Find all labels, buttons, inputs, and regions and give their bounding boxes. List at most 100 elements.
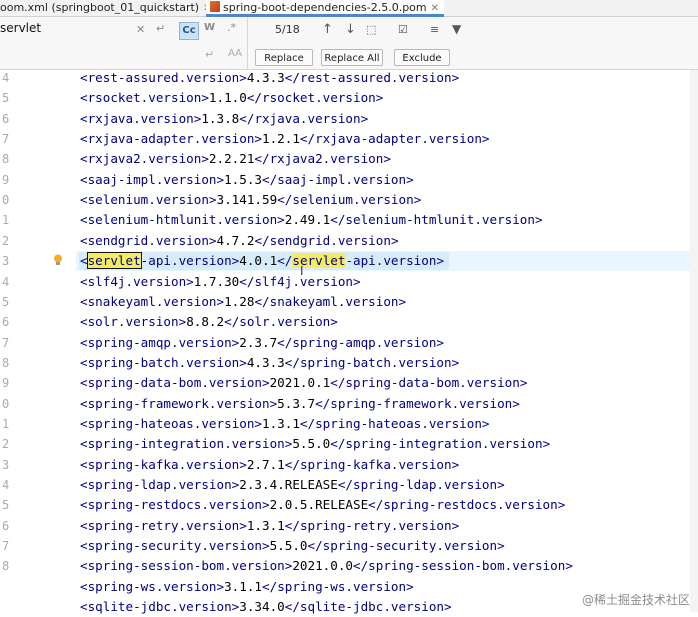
code-line: <spring-framework.version>5.3.7</spring-…	[80, 394, 520, 414]
opening-tag: <spring-kafka.version>	[80, 456, 247, 472]
clear-search-icon[interactable]: ✕	[136, 23, 145, 36]
opening-tag: <spring-framework.version>	[80, 395, 278, 411]
opening-tag: <spring-integration.version>	[80, 436, 293, 452]
text-cursor: I	[300, 264, 304, 278]
closing-tag: </spring-batch.version>	[284, 354, 460, 370]
version-value: 4.3.3	[246, 354, 285, 370]
tab-spring-boot-dependencies[interactable]: spring-boot-dependencies-2.5.0.pom ✕	[206, 0, 444, 17]
open-in-window-icon[interactable]: ≡	[430, 23, 439, 36]
code-line: <rest-assured.version>4.3.3</rest-assure…	[80, 68, 459, 88]
code-line: <spring-session-bom.version>2021.0.0</sp…	[80, 556, 573, 576]
closing-tag: </spring-ws.version>	[262, 578, 414, 594]
code-line: <rsocket.version>1.1.0</rsocket.version>	[80, 88, 383, 108]
closing-tag: </spring-restdocs.version>	[368, 497, 566, 513]
code-line: <slf4j.version>1.7.30</slf4j.version>	[80, 272, 361, 292]
new-line-icon[interactable]: ↵	[156, 22, 165, 35]
version-value: 2.3.7	[239, 334, 278, 350]
closing-tag: </rxjava2.version>	[254, 151, 391, 167]
code-line: <sqlite-jdbc.version>3.34.0</sqlite-jdbc…	[80, 597, 452, 617]
code-editor[interactable]: <rest-assured.version>4.3.3</rest-assure…	[0, 68, 698, 614]
replace-all-button[interactable]: Replace All	[321, 49, 383, 66]
version-value: 5.5.0	[292, 436, 331, 452]
scrollbar[interactable]	[690, 70, 698, 612]
closing-tag: </spring-framework.version>	[315, 395, 520, 411]
version-value: 4.0.1	[239, 253, 278, 269]
search-match: servlet	[86, 252, 142, 270]
closing-tag: </spring-data-bom.version>	[330, 375, 528, 391]
editor-tab-bar: oom.xml (springboot_01_quickstart)✕ spri…	[0, 0, 698, 17]
exclude-button[interactable]: Exclude	[394, 49, 450, 66]
version-value: 1.2.1	[262, 131, 300, 147]
next-occurrence-icon[interactable]: ↓	[345, 22, 356, 37]
code-line: <spring-ldap.version>2.3.4.RELEASE</spri…	[80, 475, 505, 495]
code-line: <spring-integration.version>5.5.0</sprin…	[80, 434, 550, 454]
version-value: 2021.0.1	[269, 375, 331, 391]
code-line: <sendgrid.version>4.7.2</sendgrid.versio…	[80, 231, 399, 251]
opening-tag: <rxjava.version>	[80, 110, 202, 126]
code-line: <spring-batch.version>4.3.3</spring-batc…	[80, 353, 459, 373]
version-value: 1.1.0	[208, 90, 247, 106]
code-line: <snakeyaml.version>1.28</snakeyaml.versi…	[80, 292, 406, 312]
code-line: <spring-restdocs.version>2.0.5.RELEASE</…	[80, 495, 565, 515]
whole-words-toggle[interactable]: W	[204, 22, 215, 33]
closing-tag: </spring-retry.version>	[284, 517, 460, 533]
version-value: 4.3.3	[246, 70, 285, 85]
search-input[interactable]: servlet	[0, 21, 41, 35]
closing-tag: </rest-assured.version>	[284, 70, 460, 85]
opening-tag: <spring-ldap.version>	[80, 477, 240, 492]
find-replace-panel: servlet ✕ ↵ Cc W .* ↵ AA 5/18 ↑ ↓ ⬚ ☑ ≡ …	[0, 17, 698, 70]
opening-tag: <spring-batch.version>	[80, 354, 247, 370]
replace-button[interactable]: Replace	[255, 49, 313, 66]
replace-new-line-icon[interactable]: ↵	[205, 48, 214, 61]
code-line: <spring-data-bom.version>2021.0.1</sprin…	[80, 373, 527, 393]
opening-tag: <sendgrid.version>	[80, 232, 217, 248]
preserve-case-icon[interactable]: AA	[228, 48, 242, 59]
code-line: <spring-hateoas.version>1.3.1</spring-ha…	[80, 414, 490, 434]
closing-tag: </spring-hateoas.version>	[299, 415, 490, 431]
closing-tag: </spring-kafka.version>	[284, 456, 460, 472]
version-value: 3.1.1	[224, 578, 263, 594]
select-all-occurrences-icon[interactable]: ⬚	[366, 23, 376, 36]
maven-file-icon	[210, 1, 220, 12]
code-line: <saaj-impl.version>1.5.3</saaj-impl.vers…	[80, 170, 414, 190]
match-counter: 5/18	[275, 23, 300, 36]
filter-occurrences-icon[interactable]: ☑	[398, 23, 408, 36]
closing-tag: </saaj-impl.version>	[262, 171, 414, 187]
divider	[247, 17, 248, 69]
version-value: 4.7.2	[216, 232, 255, 248]
previous-occurrence-icon[interactable]: ↑	[322, 22, 333, 37]
code-line: <spring-security.version>5.5.0</spring-s…	[80, 536, 505, 556]
version-value: 2.2.21	[208, 151, 255, 167]
match-case-toggle[interactable]: Cc	[179, 22, 199, 40]
code-line: <servlet-api.version>4.0.1</servlet-api.…	[80, 251, 444, 271]
opening-tag: <rest-assured.version>	[80, 70, 247, 85]
code-line: <rxjava.version>1.3.8</rxjava.version>	[80, 109, 368, 129]
watermark: @稀土掘金技术社区	[581, 593, 690, 607]
regex-toggle[interactable]: .*	[227, 21, 236, 34]
version-value: 3.141.59	[216, 192, 278, 208]
opening-tag: <snakeyaml.version>	[80, 293, 225, 309]
filter-icon[interactable]: ▼	[452, 22, 461, 36]
closing-tag: </rxjava-adapter.version>	[299, 131, 490, 147]
opening-tag: <rxjava-adapter.version>	[80, 131, 262, 147]
opening-tag: <selenium.version>	[80, 192, 217, 208]
code-line: <spring-retry.version>1.3.1</spring-retr…	[80, 516, 459, 536]
closing-tag: </selenium-htmlunit.version>	[330, 212, 543, 228]
version-value: 2021.0.0	[292, 558, 353, 574]
closing-tag: </spring-amqp.version>	[277, 334, 444, 350]
version-value: 2.49.1	[284, 212, 331, 228]
tab-label: spring-boot-dependencies-2.5.0.pom	[223, 1, 427, 14]
opening-tag: <spring-hateoas.version>	[80, 415, 262, 431]
tab-pom-xml[interactable]: oom.xml (springboot_01_quickstart)✕	[0, 0, 211, 16]
version-value: 2.0.5.RELEASE	[269, 497, 369, 513]
code-line: <rxjava2.version>2.2.21</rxjava2.version…	[80, 149, 391, 169]
opening-tag: <rxjava2.version>	[80, 151, 209, 167]
opening-tag: <selenium-htmlunit.version>	[80, 212, 285, 228]
close-icon[interactable]: ✕	[431, 3, 439, 14]
closing-tag: </spring-session-bom.version>	[353, 558, 573, 574]
closing-tag: </rxjava.version>	[239, 110, 369, 126]
closing-tag: </selenium.version>	[277, 192, 422, 208]
closing-tag: </spring-security.version>	[307, 538, 505, 554]
version-value: 1.3.8	[201, 110, 240, 126]
code-line: <selenium-htmlunit.version>2.49.1</selen…	[80, 210, 543, 230]
